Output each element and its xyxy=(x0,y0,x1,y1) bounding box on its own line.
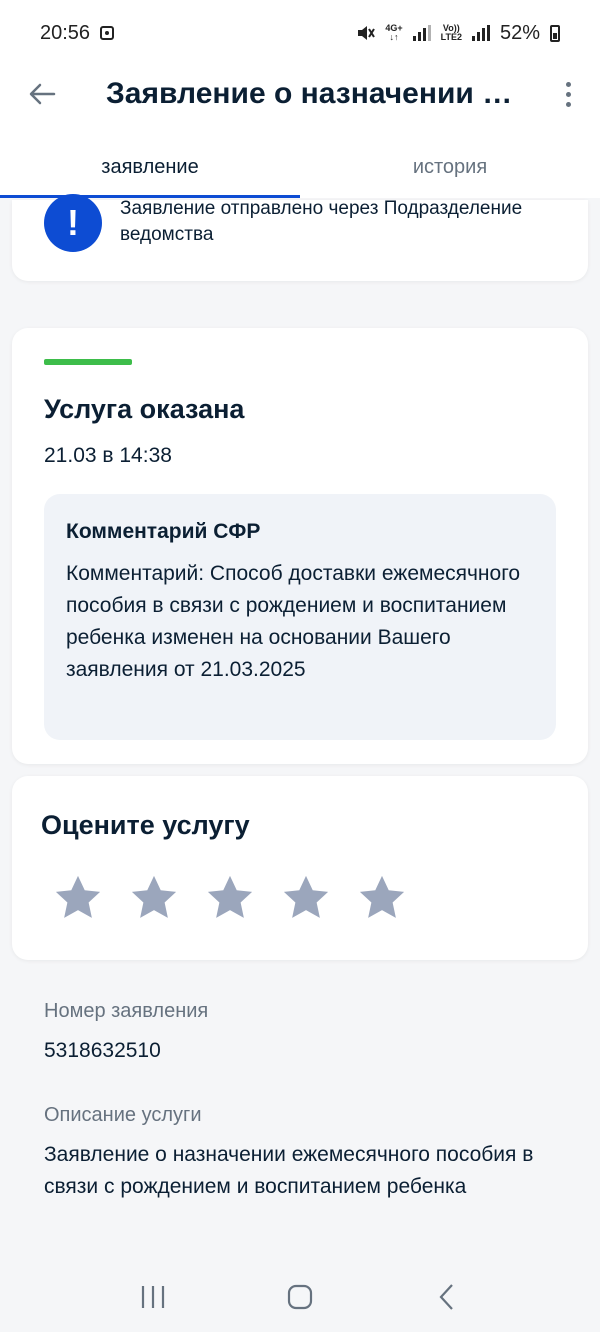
application-number-label: Номер заявления xyxy=(44,1000,209,1022)
star-1-icon[interactable] xyxy=(52,872,104,924)
rating-card: Оцените услугу xyxy=(12,776,588,960)
recent-apps-icon xyxy=(142,1286,165,1308)
status-indicator-bar xyxy=(44,359,132,365)
chevron-left-icon xyxy=(439,1284,453,1310)
page-title: Заявление о назначении ежемесячного посо… xyxy=(106,77,526,110)
tab-bar: заявление история xyxy=(0,148,600,200)
network-4g-label: 4G+ ↓↑ xyxy=(385,23,403,42)
battery-percent: 52% xyxy=(499,21,540,44)
tab-application[interactable]: заявление xyxy=(0,148,300,200)
submission-info-card: ! Заявление отправлено через Подразделен… xyxy=(12,194,588,281)
status-title: Услуга оказана xyxy=(44,394,245,424)
home-icon xyxy=(287,1284,313,1310)
signal-1-icon xyxy=(412,25,431,41)
back-button[interactable] xyxy=(22,74,62,114)
rating-title: Оцените услугу xyxy=(41,810,250,840)
mute-icon xyxy=(358,26,376,40)
battery-icon xyxy=(550,24,560,42)
clock: 20:56 xyxy=(40,21,91,44)
more-dot-icon xyxy=(565,81,571,87)
service-description-label: Описание услуги xyxy=(44,1104,202,1126)
service-status-card: Услуга оказана 21.03 в 14:38 Комментарий… xyxy=(12,328,588,764)
recent-apps-button[interactable] xyxy=(123,1272,183,1322)
more-dot-icon xyxy=(565,91,571,97)
comment-text: Комментарий: Способ доставки ежемесячног… xyxy=(66,562,521,681)
comment-title: Комментарий СФР xyxy=(66,520,261,543)
tab-history[interactable]: история xyxy=(300,148,600,200)
status-bar: 20:56 4G+ ↓↑ Vo)) LTE2 52% xyxy=(0,0,600,66)
status-bar-right: 4G+ ↓↑ Vo)) LTE2 52% xyxy=(355,22,560,45)
status-date: 21.03 в 14:38 xyxy=(44,444,172,467)
star-4-icon[interactable] xyxy=(280,872,332,924)
volte-label: Vo)) LTE2 xyxy=(440,23,462,42)
system-back-button[interactable] xyxy=(417,1272,477,1322)
signal-2-icon xyxy=(471,25,490,41)
arrow-left-icon xyxy=(29,83,56,105)
service-description-value: Заявление о назначении ежемесячного посо… xyxy=(44,1143,534,1198)
star-5-icon[interactable] xyxy=(356,872,408,924)
application-number-value: 5318632510 xyxy=(44,1039,161,1062)
star-2-icon[interactable] xyxy=(128,872,180,924)
more-dot-icon xyxy=(565,101,571,107)
star-rating xyxy=(52,872,408,924)
star-3-icon[interactable] xyxy=(204,872,256,924)
status-bar-left: 20:56 xyxy=(40,21,115,45)
notification-app-icon xyxy=(100,26,115,40)
app-header: Заявление о назначении ежемесячного посо… xyxy=(0,66,600,198)
home-button[interactable] xyxy=(270,1272,330,1322)
comment-box: Комментарий СФР Комментарий: Способ дост… xyxy=(44,494,556,740)
system-navigation-bar xyxy=(0,1262,600,1332)
submission-info-text: Заявление отправлено через Подразделение… xyxy=(120,198,523,245)
more-menu-button[interactable] xyxy=(550,74,586,114)
exclamation-icon: ! xyxy=(44,194,102,252)
